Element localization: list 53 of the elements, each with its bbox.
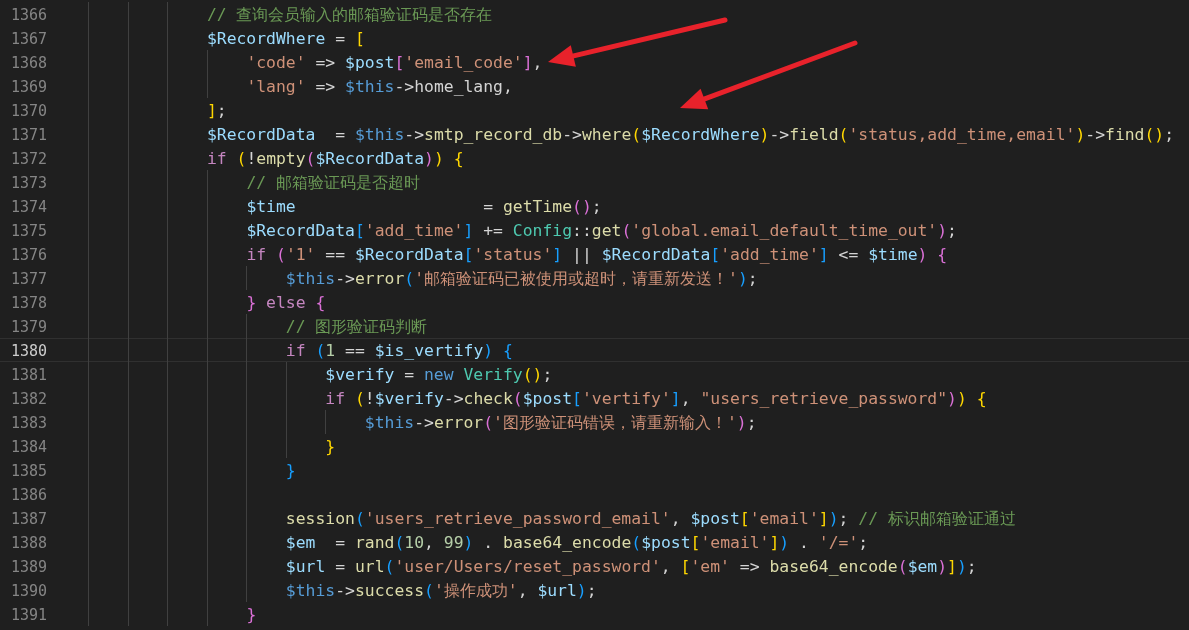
line-number: 1389 bbox=[10, 557, 47, 577]
line-number: 1387 bbox=[10, 509, 47, 529]
code-line: } bbox=[246, 605, 257, 624]
code-line: if (1 == $is_vertify) { bbox=[285, 341, 513, 360]
code-line: $RecordWhere = [ bbox=[206, 29, 365, 48]
code-line: $verify = new Verify(); bbox=[325, 365, 553, 384]
code-line: $this->success('操作成功', $url); bbox=[285, 581, 597, 600]
line-number: 1375 bbox=[10, 221, 47, 241]
code-line: ]; bbox=[206, 101, 227, 120]
line-number: 1386 bbox=[10, 485, 47, 505]
code-line: // 邮箱验证码是否超时 bbox=[246, 173, 420, 192]
indent-guide bbox=[246, 266, 248, 290]
line-number: 1370 bbox=[10, 101, 47, 121]
line-number: 1371 bbox=[10, 125, 47, 145]
code-line: if (!$verify->check($post['vertify'], "users_retrieve_password")) { bbox=[325, 389, 987, 408]
code-line: if (!empty($RecordData)) { bbox=[206, 149, 464, 168]
line-number: 1374 bbox=[10, 197, 47, 217]
line-number: 1391 bbox=[10, 605, 47, 625]
line-number: 1379 bbox=[10, 317, 47, 337]
line-number: 1368 bbox=[10, 53, 47, 73]
code-line: $this->error('邮箱验证码已被使用或超时，请重新发送！'); bbox=[285, 269, 758, 288]
line-number: 1372 bbox=[10, 149, 47, 169]
line-number: 1388 bbox=[10, 533, 47, 553]
code-line: // 图形验证码判断 bbox=[285, 317, 428, 336]
line-number: 1385 bbox=[10, 461, 47, 481]
line-number: 1367 bbox=[10, 29, 47, 49]
line-number: 1380 bbox=[10, 341, 47, 361]
code-line: $RecordData['add_time'] += Config::get('global.email_default_time_out'); bbox=[246, 221, 957, 240]
code-line: $time = getTime(); bbox=[246, 197, 602, 216]
line-number: 1384 bbox=[10, 437, 47, 457]
line-number: 1381 bbox=[10, 365, 47, 385]
code-line: $url = url('user/Users/reset_password', ['em' => base64_encode($em)]); bbox=[285, 557, 977, 576]
code-line: } bbox=[325, 437, 336, 456]
code-line: } else { bbox=[246, 293, 326, 312]
indent-guide bbox=[325, 410, 327, 434]
code-line: // 查询会员输入的邮箱验证码是否存在 bbox=[206, 5, 493, 24]
code-line: 'code' => $post['email_code'], bbox=[246, 53, 543, 72]
line-number: 1390 bbox=[10, 581, 47, 601]
code-line: 'lang' => $this->home_lang, bbox=[246, 77, 513, 96]
line-number: 1377 bbox=[10, 269, 47, 289]
line-number: 1383 bbox=[10, 413, 47, 433]
line-number: 1369 bbox=[10, 77, 47, 97]
code-line: $em = rand(10, 99) . base64_encode($post['email']) . '/='; bbox=[285, 533, 869, 552]
code-line: $this->error('图形验证码错误，请重新输入！'); bbox=[364, 413, 757, 432]
line-number: 1376 bbox=[10, 245, 47, 265]
line-number: 1373 bbox=[10, 173, 47, 193]
code-line: if ('1' == $RecordData['status'] || $RecordData['add_time'] <= $time) { bbox=[246, 245, 948, 264]
line-number: 1366 bbox=[10, 5, 47, 25]
code-line: $RecordData = $this->smtp_record_db->where($RecordWhere)->field('status,add_time,email')->find(); bbox=[206, 125, 1175, 144]
line-number: 1378 bbox=[10, 293, 47, 313]
line-number: 1382 bbox=[10, 389, 47, 409]
code-line: session('users_retrieve_password_email', $post['email']); // 标识邮箱验证通过 bbox=[285, 509, 1016, 528]
code-line: } bbox=[285, 461, 296, 480]
